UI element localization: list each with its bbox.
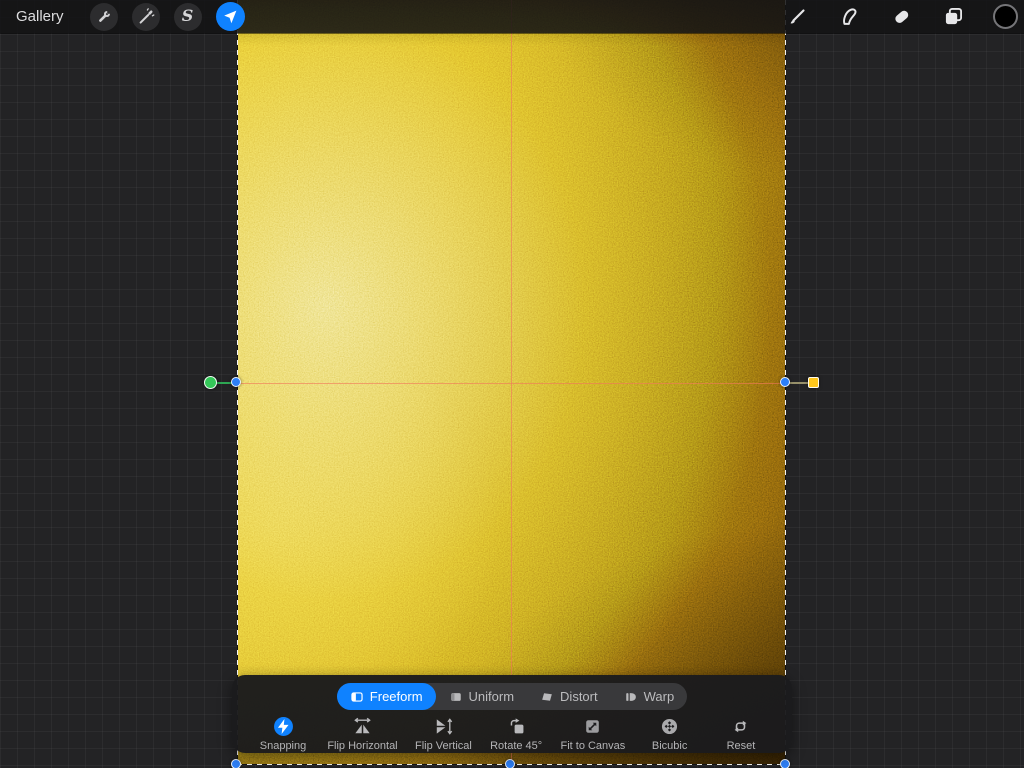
transform-mode-segments: Freeform Uniform Distort Warp	[336, 683, 688, 710]
smudge-finger-icon	[842, 8, 856, 25]
snapping-lightning-icon	[273, 717, 293, 736]
action-label: Rotate 45°	[490, 740, 543, 752]
rotate-45-icon	[510, 718, 524, 734]
action-label: Bicubic	[651, 740, 688, 752]
snapping-button[interactable]: Snapping	[256, 716, 310, 752]
flip-horizontal-button[interactable]: Flip Horizontal	[327, 716, 398, 752]
handle-bottom-left[interactable]	[231, 759, 241, 768]
top-toolbar: Gallery S	[0, 0, 1024, 33]
transform-arrow-icon	[224, 10, 237, 23]
fit-to-canvas-icon	[586, 720, 600, 733]
mode-label: Freeform	[369, 689, 423, 704]
reset-button[interactable]: Reset	[714, 716, 768, 752]
distort-mode-icon	[542, 692, 552, 701]
selection-button[interactable]: S	[173, 2, 202, 31]
bicubic-interpolation-icon	[662, 718, 678, 735]
bicubic-button[interactable]: Bicubic	[643, 716, 697, 752]
transform-selection-content[interactable]	[237, 0, 786, 765]
rotate-45-button[interactable]: Rotate 45°	[489, 716, 543, 752]
action-label: Fit to Canvas	[560, 740, 626, 752]
fit-to-canvas-button[interactable]: Fit to Canvas	[560, 716, 625, 752]
handle-left-middle[interactable]	[231, 377, 241, 387]
action-label: Snapping	[259, 740, 307, 752]
action-label: Flip Vertical	[414, 740, 472, 752]
mode-warp[interactable]: Warp	[611, 683, 688, 710]
smudge-button[interactable]	[837, 5, 861, 29]
flip-horizontal-icon	[354, 717, 371, 734]
mode-label: Warp	[643, 689, 675, 704]
eraser-icon	[894, 10, 908, 23]
selection-s-icon: S	[181, 5, 194, 25]
handle-green-node[interactable]	[204, 376, 217, 389]
mode-uniform[interactable]: Uniform	[436, 683, 528, 710]
transform-options-panel: Freeform Uniform Distort Warp Snapping F…	[232, 675, 792, 753]
uniform-mode-icon	[450, 692, 461, 701]
paintbrush-icon	[790, 9, 805, 24]
paint-button[interactable]	[785, 5, 809, 29]
handle-yellow-node[interactable]	[808, 377, 819, 388]
action-label: Flip Horizontal	[327, 740, 398, 752]
adjustments-button[interactable]	[131, 2, 160, 31]
flip-vertical-icon	[436, 718, 453, 735]
layers-icon	[945, 7, 962, 25]
color-swatch-icon[interactable]	[993, 4, 1018, 29]
handle-bottom-right[interactable]	[780, 759, 790, 768]
gallery-button[interactable]: Gallery	[16, 8, 64, 25]
transform-button-active[interactable]	[215, 2, 245, 31]
actions-button[interactable]	[89, 2, 118, 31]
canvas-workspace	[0, 0, 1024, 768]
handle-right-middle[interactable]	[780, 377, 790, 387]
yellow-node-connector	[787, 382, 809, 384]
mode-distort[interactable]: Distort	[527, 683, 611, 710]
warp-mode-icon	[625, 692, 636, 701]
transform-crosshair-horizontal	[237, 383, 786, 384]
layers-button[interactable]	[941, 5, 965, 29]
action-label: Reset	[726, 740, 756, 752]
reset-icon	[735, 720, 747, 733]
wrench-icon	[98, 9, 112, 22]
mode-freeform[interactable]: Freeform	[336, 683, 436, 710]
freeform-mode-icon	[351, 691, 363, 702]
handle-bottom-center[interactable]	[505, 759, 515, 768]
mode-label: Uniform	[468, 689, 515, 704]
paint-tools-group	[757, 4, 1018, 29]
transform-actions-row: Snapping Flip Horizontal Flip Vertical R…	[232, 710, 792, 752]
magic-wand-icon	[139, 7, 154, 24]
flip-vertical-button[interactable]: Flip Vertical	[415, 716, 472, 752]
procreate-transform-screen: Gallery S Freeform Uniform Distort Warp …	[0, 0, 1024, 768]
erase-button[interactable]	[889, 5, 913, 29]
mode-label: Distort	[560, 689, 598, 704]
